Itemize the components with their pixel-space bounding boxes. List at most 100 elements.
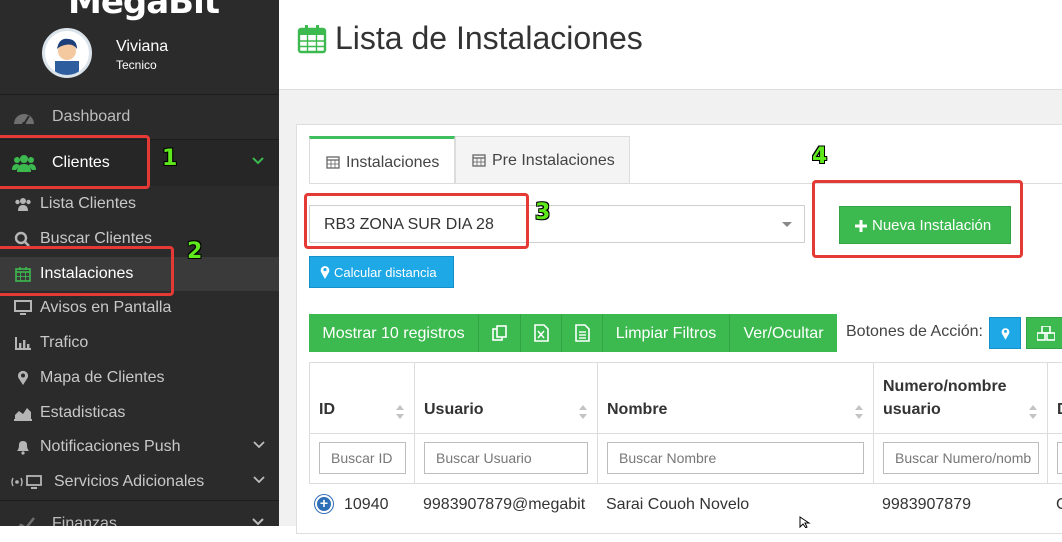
sidebar-label: Mapa de Clientes [40,369,165,386]
tab-label: Instalaciones [346,154,440,171]
limpiar-filtros-button[interactable]: Limpiar Filtros [603,314,730,352]
main-content: Lista de Instalaciones Instalaciones Pre… [279,0,1062,534]
excel-button[interactable] [521,314,562,352]
sort-icon [1029,405,1037,419]
buscar-nombre-input[interactable] [607,442,864,474]
chevron-down-icon [253,441,265,449]
excel-file-icon [534,324,549,342]
filter-input-d[interactable] [1057,442,1062,474]
sidebar-item-avisos[interactable]: Avisos en Pantalla [0,291,279,325]
installations-table: ID Usuario Nombre Numero/nombre usuario … [309,362,1062,542]
page-title: Lista de Instalaciones [335,20,643,56]
chevron-down-icon [253,476,265,484]
table-cell-nombre: Sarai Couoh Novelo [597,483,874,527]
buscar-numero-input[interactable] [883,442,1039,474]
file-text-icon [575,324,590,342]
menu-item-finanzas[interactable]: Finanzas [0,501,279,526]
step-number: 2 [187,239,203,264]
map-marker-icon [320,266,330,279]
mostrar-registros-button[interactable]: Mostrar 10 registros [309,314,479,352]
table-cell-numero: 9983907879 [873,483,1048,527]
highlight-box [812,180,1023,258]
sidebar-label: Avisos en Pantalla [40,299,172,316]
sidebar-item-trafico[interactable]: Trafico [0,326,279,360]
cell-text: 9983907879 [882,496,971,513]
line-chart-icon [18,517,35,526]
buscar-usuario-input[interactable] [424,442,588,474]
sidebar-item-servicios[interactable]: Servicios Adicionales [0,465,279,499]
header-label: ID [319,401,335,418]
sidebar-label: Trafico [40,334,89,351]
cell-text: C [1056,496,1062,513]
dashboard-icon [14,114,34,126]
mouse-cursor-icon [799,516,811,528]
sidebar-item-mapa[interactable]: Mapa de Clientes [0,361,279,395]
monitor-icon [14,300,32,315]
user-name: Viviana [116,38,169,55]
cubes-action-button[interactable] [1026,317,1062,349]
step-number: 3 [535,200,551,225]
column-header-id[interactable]: ID [309,363,415,433]
buscar-id-input[interactable] [319,442,406,474]
cell-text: 10940 [344,496,389,513]
calendar-icon [326,156,340,169]
brand-logo: MegaBit [68,0,220,22]
column-header-usuario[interactable]: Usuario [414,363,598,433]
sort-icon [579,405,587,419]
button-label: Calcular distancia [334,265,437,280]
sidebar-item-notificaciones[interactable]: Notificaciones Push [0,430,279,464]
step-number: 1 [162,146,178,171]
column-header-d[interactable]: D [1047,363,1062,433]
filter-cell [597,433,874,483]
filter-cell [1047,433,1062,483]
calendar-icon [472,154,486,167]
table-cell-d: C [1047,483,1062,527]
header-label: D [1057,398,1062,421]
tab-label: Pre Instalaciones [492,152,615,169]
caret-down-icon [782,222,792,227]
button-label: Ver/Ocultar [743,325,824,342]
header-label: Usuario [424,401,484,418]
bell-icon [17,441,29,455]
users-icon [15,198,31,211]
sidebar-label: Servicios Adicionales [54,473,205,490]
sort-icon [396,405,404,419]
table-cell-usuario: 9983907879@megabit [414,483,598,527]
avatar [42,28,92,78]
map-marker-icon [1001,328,1010,340]
map-marker-icon [18,370,28,385]
chevron-down-icon [252,157,264,165]
header-label: Numero/nombre usuario [883,378,1007,418]
cell-text: 9983907879@megabit [423,496,586,513]
filter-cell [309,433,415,483]
sidebar-label: Lista Clientes [40,195,137,212]
search-icon [14,231,30,247]
column-header-numero[interactable]: Numero/nombre usuario [873,363,1048,433]
chevron-down-icon [252,518,264,526]
cubes-icon [1037,326,1055,341]
highlight-box [0,246,174,296]
column-header-nombre[interactable]: Nombre [597,363,874,433]
sidebar-item-estadisticas[interactable]: Estadisticas [0,396,279,430]
csv-button[interactable] [562,314,603,352]
sidebar-label: Estadisticas [40,404,126,421]
copy-button[interactable] [479,314,521,352]
tab-pre-instalaciones[interactable]: Pre Instalaciones [455,136,630,183]
page-header: Lista de Instalaciones [279,0,1062,90]
tab-instalaciones[interactable]: Instalaciones [309,136,455,183]
button-label: Mostrar 10 registros [322,325,465,342]
menu-item-dashboard[interactable]: Dashboard [0,94,279,140]
header-label: Nombre [607,401,668,418]
copy-icon [492,325,507,341]
menu-label: Dashboard [52,108,131,125]
ver-ocultar-button[interactable]: Ver/Ocultar [730,314,837,352]
bar-chart-icon [15,337,31,350]
broadcast-monitor-icon [11,475,42,489]
map-action-button[interactable] [989,317,1021,349]
table-cell-id: + 10940 [309,483,415,527]
expand-row-icon[interactable]: + [315,495,333,513]
step-number: 4 [812,144,828,169]
calendar-icon [297,25,327,54]
calcular-distancia-button[interactable]: Calcular distancia [309,256,454,288]
sidebar-item-lista-clientes[interactable]: Lista Clientes [0,187,279,221]
